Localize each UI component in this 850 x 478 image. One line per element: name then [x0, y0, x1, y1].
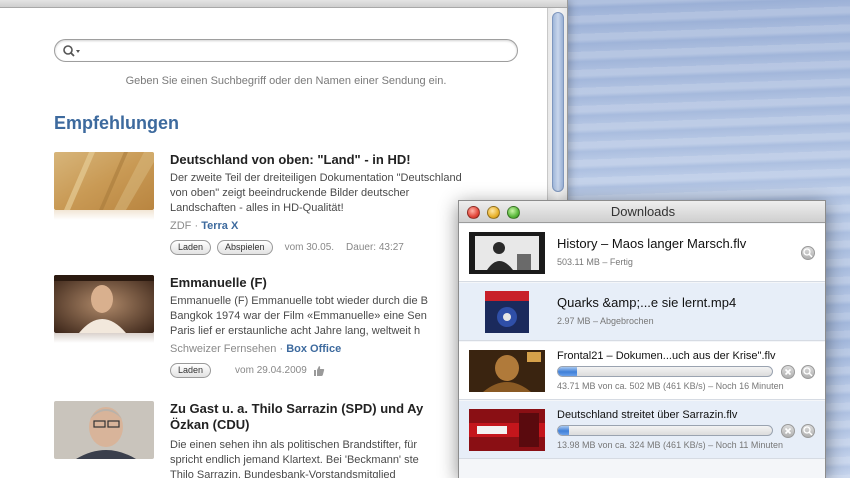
download-progress-bar — [557, 366, 773, 377]
stop-icon[interactable] — [781, 365, 795, 379]
date-label: vom 29.04.2009 — [235, 365, 307, 376]
title-line: Zu Gast u. a. Thilo Sarrazin (SPD) und A… — [170, 401, 424, 416]
item-title[interactable]: Deutschland von oben: "Land" - in HD! — [170, 152, 411, 167]
reveal-icon[interactable] — [801, 424, 815, 438]
load-button[interactable]: Laden — [170, 240, 212, 255]
download-thumbnail — [469, 350, 545, 392]
download-name: Frontal21 – Dokumen...uch aus der Krise"… — [557, 350, 776, 362]
show-link[interactable]: Terra X — [201, 220, 238, 232]
download-thumbnail — [485, 291, 529, 333]
item-title[interactable]: Emmanuelle (F) — [170, 275, 267, 290]
stop-icon[interactable] — [781, 424, 795, 438]
download-status: 43.71 MB von ca. 502 MB (461 KB/s) – Noc… — [557, 381, 784, 391]
item-actions: Laden vom 29.04.2009 — [170, 363, 325, 378]
section-title: Empfehlungen — [54, 113, 179, 133]
window-titlebar — [0, 0, 567, 8]
downloads-window: Downloads History – Maos langer Marsch.f… — [458, 200, 826, 478]
thumbnail-reflection — [54, 210, 154, 220]
item-meta: Schweizer Fernsehen · Box Office — [170, 343, 341, 355]
download-name: Quarks &amp;...e sie lernt.mp4 — [557, 295, 737, 310]
download-name: Deutschland streitet über Sarrazin.flv — [557, 409, 738, 421]
download-status: 2.97 MB – Abgebrochen — [557, 316, 654, 326]
search-icon[interactable] — [62, 44, 82, 58]
desc-line: von oben" zeigt beeindruckende Bilder de… — [170, 187, 410, 199]
thumbnail-image[interactable] — [54, 152, 154, 210]
date-label: vom 30.05. — [284, 242, 335, 253]
desc-line: Der zweite Teil der dreiteiligen Dokumen… — [170, 172, 462, 184]
download-progress-bar — [557, 425, 773, 436]
duration-label: Dauer: 43:27 — [346, 242, 404, 253]
thumbnail-image[interactable] — [54, 275, 154, 333]
item-meta: ZDF · Terra X — [170, 220, 238, 232]
title-line: Özkan (CDU) — [170, 417, 250, 432]
thumbs-up-icon[interactable] — [313, 365, 325, 377]
channel-label: ZDF — [170, 220, 192, 232]
window-title: Downloads — [610, 204, 676, 219]
item-title[interactable]: Zu Gast u. a. Thilo Sarrazin (SPD) und A… — [170, 401, 423, 433]
downloads-titlebar[interactable]: Downloads — [459, 201, 825, 223]
close-button[interactable] — [467, 206, 480, 219]
thumbnail-reflection — [54, 333, 154, 343]
channel-label: Schweizer Fernsehen — [170, 343, 277, 355]
download-progress-fill — [558, 426, 569, 435]
download-row[interactable]: Deutschland streitet über Sarrazin.flv 1… — [459, 401, 825, 459]
download-row[interactable]: History – Maos langer Marsch.flv 503.11 … — [459, 224, 825, 282]
download-status: 503.11 MB – Fertig — [557, 257, 633, 267]
download-row[interactable]: Frontal21 – Dokumen...uch aus der Krise"… — [459, 342, 825, 400]
thumbnail-image[interactable] — [54, 401, 154, 459]
minimize-button[interactable] — [487, 206, 500, 219]
item-actions: Laden Abspielen vom 30.05. Dauer: 43:27 — [170, 240, 404, 255]
reveal-icon[interactable] — [801, 365, 815, 379]
download-thumbnail — [469, 409, 545, 451]
search-input[interactable] — [54, 39, 518, 62]
play-button[interactable]: Abspielen — [217, 240, 273, 255]
load-button[interactable]: Laden — [170, 363, 212, 378]
download-name: History – Maos langer Marsch.flv — [557, 236, 747, 251]
zoom-button[interactable] — [507, 206, 520, 219]
download-row[interactable]: Quarks &amp;...e sie lernt.mp4 2.97 MB –… — [459, 283, 825, 341]
scrollbar-thumb[interactable] — [552, 12, 564, 192]
reveal-icon[interactable] — [801, 246, 815, 260]
search-hint: Geben Sie einen Suchbegriff oder den Nam… — [125, 75, 447, 87]
download-status: 13.98 MB von ca. 324 MB (461 KB/s) – Noc… — [557, 440, 783, 450]
download-progress-fill — [558, 367, 578, 376]
show-link[interactable]: Box Office — [286, 343, 341, 355]
download-thumbnail — [469, 232, 545, 274]
